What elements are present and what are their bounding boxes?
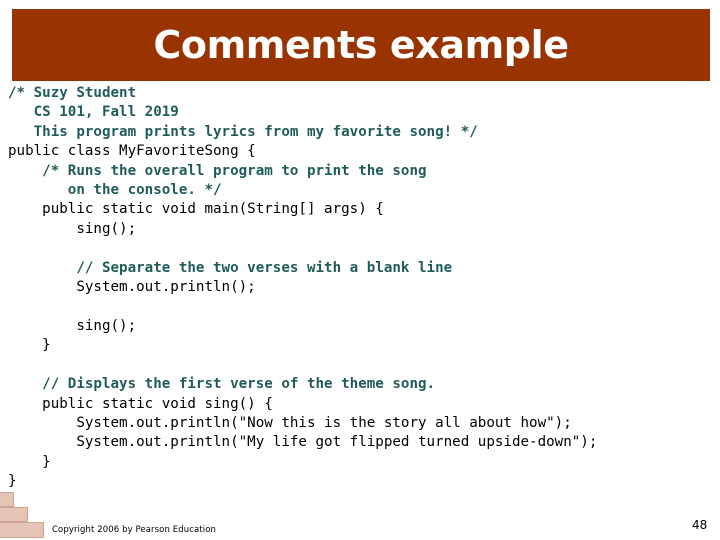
brick-block — [0, 507, 28, 522]
code-line: on the console. */ — [8, 182, 222, 199]
code-line: sing(); — [8, 220, 137, 237]
code-line: public static void main(String[] args) { — [8, 201, 384, 218]
title-banner: Comments example — [12, 9, 710, 81]
code-line: // Separate the two verses with a blank … — [8, 259, 453, 276]
slide: Comments example /* Suzy Student CS 101,… — [0, 0, 720, 540]
brick-block — [0, 492, 14, 507]
code-listing: /* Suzy Student CS 101, Fall 2019 This p… — [8, 84, 714, 492]
code-line: /* Suzy Student — [8, 85, 137, 101]
code-line: public static void sing() { — [8, 395, 273, 412]
copyright-notice: Copyright 2006 by Pearson Education — [52, 525, 216, 535]
code-line: System.out.println(); — [8, 279, 256, 296]
code-line: // Displays the first verse of the theme… — [8, 376, 436, 393]
code-line: /* Runs the overall program to print the… — [8, 162, 427, 179]
brick-block — [0, 522, 44, 538]
brick-stair-graphic — [0, 492, 58, 540]
code-line: public class MyFavoriteSong { — [8, 143, 256, 160]
code-line: System.out.println("Now this is the stor… — [8, 414, 572, 431]
page-title: Comments example — [153, 23, 569, 67]
code-line: } — [8, 453, 51, 470]
code-line: CS 101, Fall 2019 — [8, 104, 179, 121]
code-line: } — [8, 473, 17, 490]
code-line: sing(); — [8, 317, 137, 334]
code-line: } — [8, 337, 51, 354]
code-line: System.out.println("My life got flipped … — [8, 434, 598, 451]
code-line: This program prints lyrics from my favor… — [8, 123, 478, 140]
page-number: 48 — [692, 518, 708, 532]
